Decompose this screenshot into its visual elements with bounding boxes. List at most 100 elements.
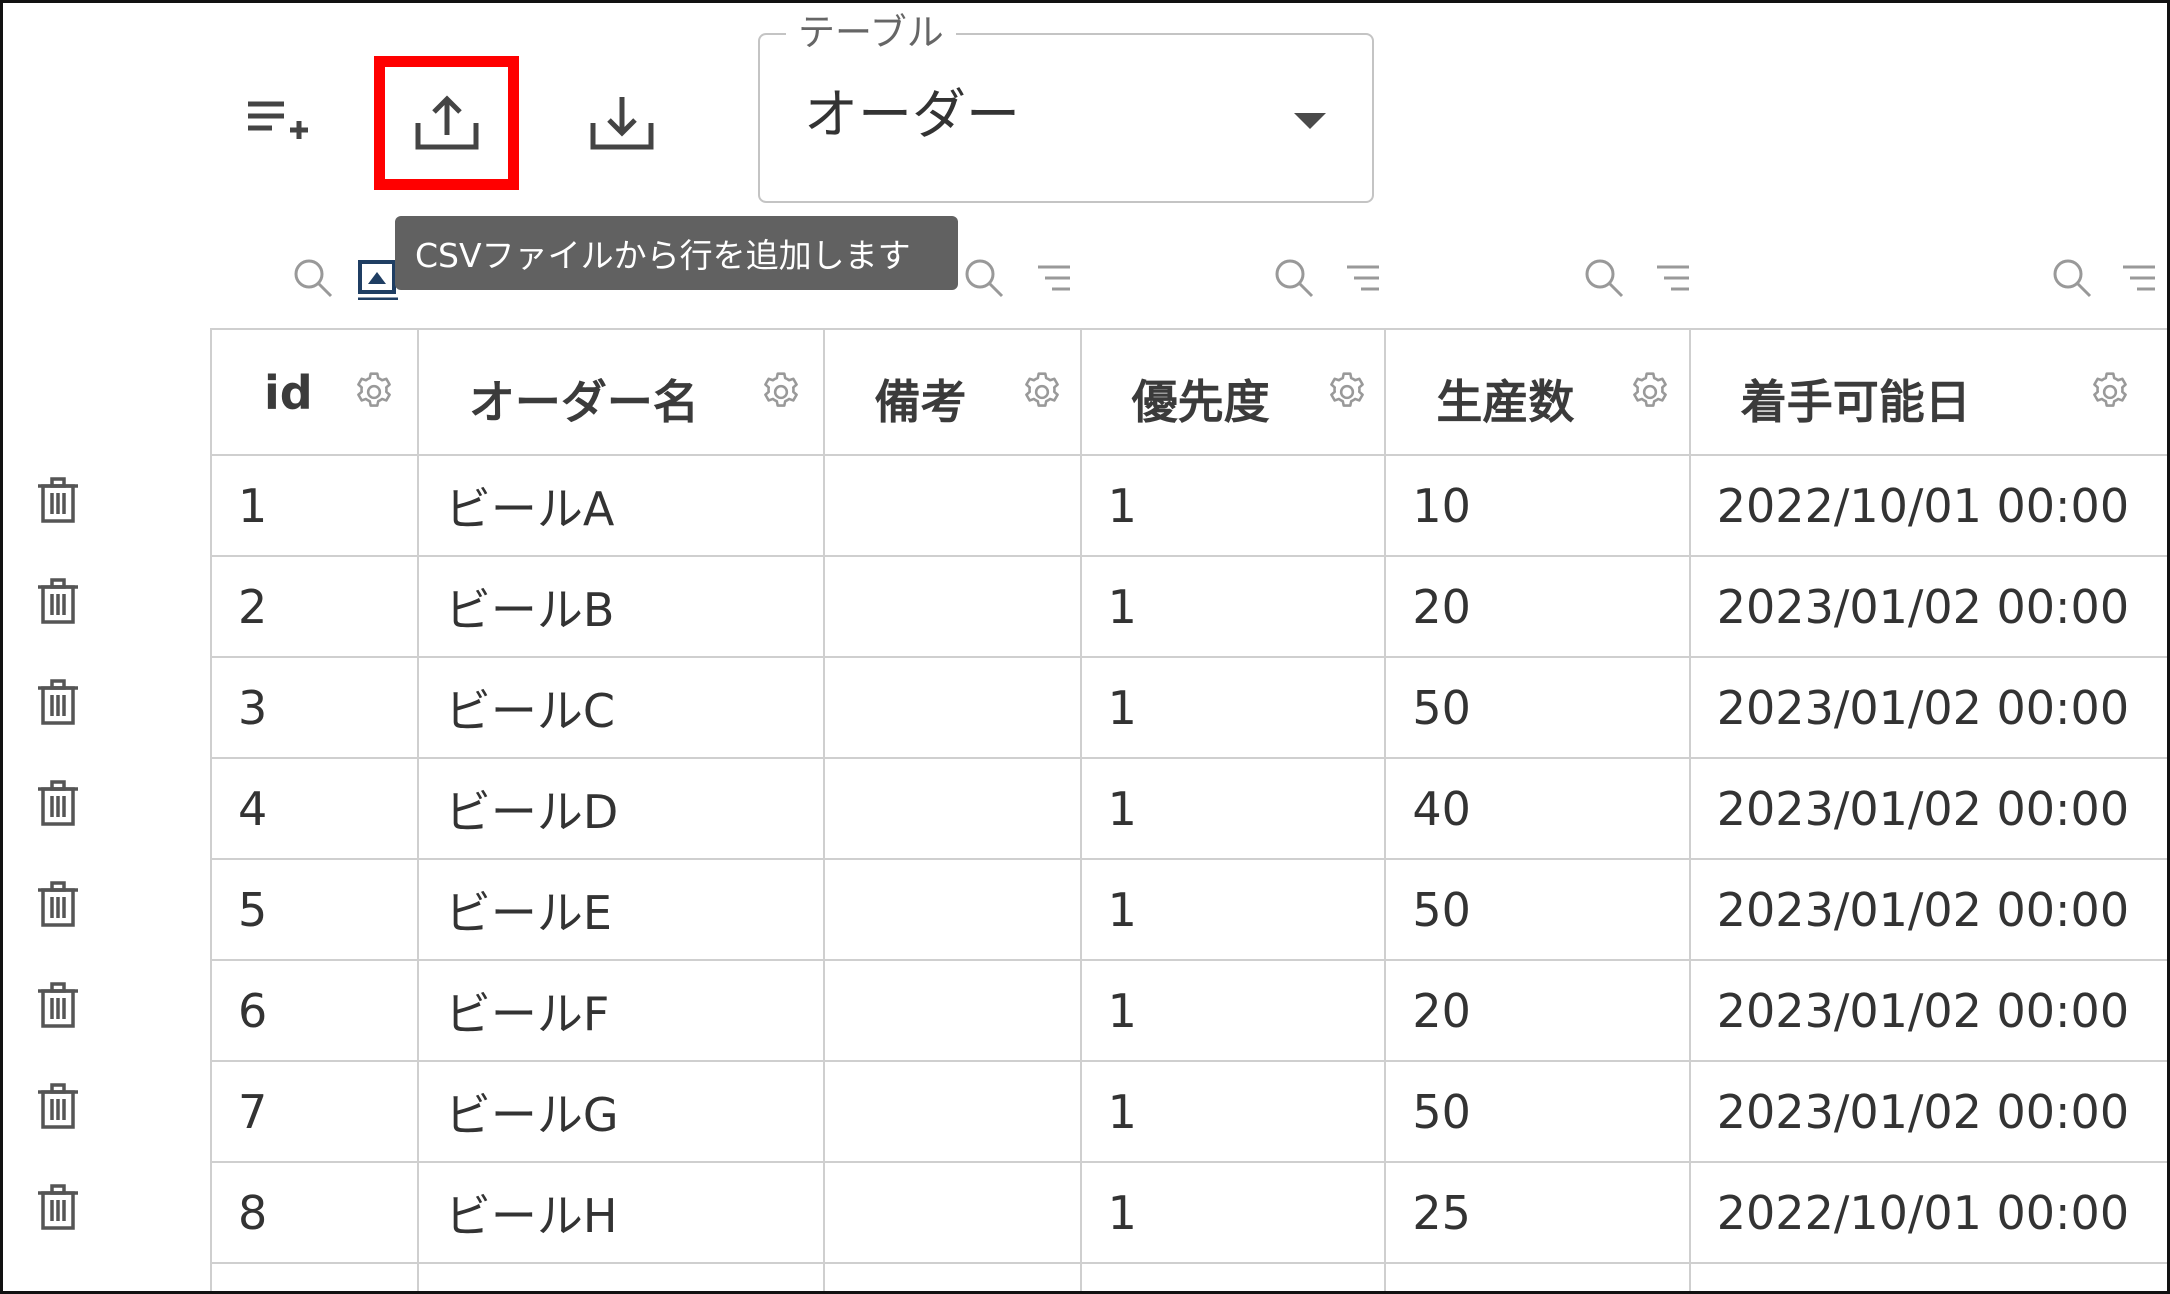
- download-csv-button[interactable]: [580, 86, 664, 160]
- cell-quantity[interactable]: 20: [1384, 555, 1691, 658]
- search-icon[interactable]: [1273, 257, 1315, 299]
- cell-note[interactable]: [822, 656, 1082, 759]
- cell-order-name[interactable]: ビールG: [416, 1060, 825, 1163]
- cell-priority[interactable]: 1: [1079, 1060, 1387, 1163]
- cell-start-date[interactable]: 2023/01/02 00:00: [1688, 656, 2170, 759]
- delete-row-button[interactable]: [36, 981, 80, 1029]
- cell-priority[interactable]: 1: [1079, 656, 1387, 759]
- search-icon[interactable]: [1583, 257, 1625, 299]
- table-row[interactable]: 6 ビールF 1 20 2023/01/02 00:00: [210, 959, 2170, 1062]
- cell-order-name[interactable]: ビールC: [416, 656, 825, 759]
- cell-note[interactable]: [822, 757, 1082, 860]
- cell-id[interactable]: 6: [210, 959, 419, 1062]
- sort-toggle-icon[interactable]: [358, 260, 398, 300]
- column-header-note[interactable]: 備考: [822, 328, 1082, 456]
- cell-id[interactable]: 3: [210, 656, 419, 759]
- cell-start-date[interactable]: 2023/01/02 00:00: [1688, 757, 2170, 860]
- gear-icon[interactable]: [352, 370, 396, 414]
- table-select[interactable]: テーブル オーダー: [758, 9, 1374, 203]
- table-row[interactable]: 4 ビールD 1 40 2023/01/02 00:00: [210, 757, 2170, 860]
- search-icon[interactable]: [292, 257, 334, 299]
- cell-note[interactable]: [822, 1060, 1082, 1163]
- dropdown-arrow-icon[interactable]: [1294, 113, 1326, 129]
- cell-quantity[interactable]: 40: [1384, 757, 1691, 860]
- add-row-button[interactable]: [238, 86, 318, 156]
- cell-order-name[interactable]: ビールH: [416, 1161, 825, 1264]
- cell-priority[interactable]: 1: [1079, 454, 1387, 557]
- cell-quantity[interactable]: 50: [1384, 656, 1691, 759]
- column-header-label: 生産数: [1436, 375, 1575, 429]
- cell-note[interactable]: [822, 454, 1082, 557]
- search-icon[interactable]: [963, 257, 1005, 299]
- search-icon[interactable]: [2051, 257, 2093, 299]
- delete-row-button[interactable]: [36, 1082, 80, 1130]
- cell-start-date[interactable]: 2023/01/02 00:00: [1688, 1060, 2170, 1163]
- cell-id[interactable]: 7: [210, 1060, 419, 1163]
- cell-quantity[interactable]: 50: [1384, 858, 1691, 961]
- cell-start-date[interactable]: 2022/10/01 00:00: [1688, 454, 2170, 557]
- cell-id[interactable]: 1: [210, 454, 419, 557]
- cell-start-date[interactable]: 2023/01/02 00:00: [1688, 555, 2170, 658]
- delete-row-button[interactable]: [36, 1183, 80, 1231]
- filter-icon[interactable]: [1036, 257, 1072, 299]
- gear-icon[interactable]: [759, 370, 803, 414]
- delete-row-button[interactable]: [36, 476, 80, 524]
- cell-start-date[interactable]: 2023/01/02 00:00: [1688, 959, 2170, 1062]
- cell-priority[interactable]: 1: [1079, 959, 1387, 1062]
- column-header-order-name[interactable]: オーダー名: [416, 328, 825, 456]
- table-row[interactable]: 7 ビールG 1 50 2023/01/02 00:00: [210, 1060, 2170, 1163]
- table-row[interactable]: 1 ビールA 1 10 2022/10/01 00:00: [210, 454, 2170, 557]
- cell-note[interactable]: [822, 858, 1082, 961]
- data-table: id オーダー名 備考 優先度 生産数 着手可能日 1 ビールA 1 10 20…: [210, 328, 2170, 1294]
- column-header-id[interactable]: id: [210, 328, 419, 456]
- column-header-label: 優先度: [1131, 375, 1270, 429]
- table-row[interactable]: 3 ビールC 1 50 2023/01/02 00:00: [210, 656, 2170, 759]
- table-row[interactable]: 2 ビールB 1 20 2023/01/02 00:00: [210, 555, 2170, 658]
- cell-priority[interactable]: 1: [1079, 1161, 1387, 1264]
- column-header-quantity[interactable]: 生産数: [1384, 328, 1691, 456]
- cell-quantity[interactable]: 25: [1384, 1161, 1691, 1264]
- cell-note[interactable]: [822, 959, 1082, 1062]
- cell-note: [822, 1262, 1082, 1294]
- delete-row-button[interactable]: [36, 779, 80, 827]
- column-header-label: id: [264, 366, 313, 420]
- delete-row-button[interactable]: [36, 880, 80, 928]
- cell-id: [210, 1262, 419, 1294]
- gear-icon[interactable]: [2088, 370, 2132, 414]
- gear-icon[interactable]: [1325, 370, 1369, 414]
- cell-order-name[interactable]: ビールB: [416, 555, 825, 658]
- table-row[interactable]: 8 ビールH 1 25 2022/10/01 00:00: [210, 1161, 2170, 1264]
- cell-order-name[interactable]: ビールA: [416, 454, 825, 557]
- cell-note[interactable]: [822, 1161, 1082, 1264]
- cell-id[interactable]: 2: [210, 555, 419, 658]
- table-row[interactable]: 5 ビールE 1 50 2023/01/02 00:00: [210, 858, 2170, 961]
- cell-order-name[interactable]: ビールD: [416, 757, 825, 860]
- cell-start-date[interactable]: 2023/01/02 00:00: [1688, 858, 2170, 961]
- cell-quantity: [1384, 1262, 1691, 1294]
- cell-id[interactable]: 4: [210, 757, 419, 860]
- cell-quantity[interactable]: 20: [1384, 959, 1691, 1062]
- cell-priority[interactable]: 1: [1079, 757, 1387, 860]
- cell-start-date: [1688, 1262, 2170, 1294]
- cell-start-date[interactable]: 2022/10/01 00:00: [1688, 1161, 2170, 1264]
- gear-icon[interactable]: [1020, 370, 1064, 414]
- cell-priority[interactable]: 1: [1079, 858, 1387, 961]
- gear-icon[interactable]: [1628, 370, 1672, 414]
- cell-quantity[interactable]: 10: [1384, 454, 1691, 557]
- cell-id[interactable]: 5: [210, 858, 419, 961]
- filter-icon[interactable]: [1345, 257, 1381, 299]
- cell-note[interactable]: [822, 555, 1082, 658]
- cell-order-name[interactable]: ビールE: [416, 858, 825, 961]
- delete-row-button[interactable]: [36, 577, 80, 625]
- column-header-start-date[interactable]: 着手可能日: [1688, 328, 2170, 456]
- cell-priority[interactable]: 1: [1079, 555, 1387, 658]
- cell-quantity[interactable]: 50: [1384, 1060, 1691, 1163]
- filter-icon[interactable]: [1655, 257, 1691, 299]
- column-header-priority[interactable]: 優先度: [1079, 328, 1387, 456]
- delete-row-button[interactable]: [36, 678, 80, 726]
- cell-priority: [1079, 1262, 1387, 1294]
- cell-order-name: [416, 1262, 825, 1294]
- cell-order-name[interactable]: ビールF: [416, 959, 825, 1062]
- cell-id[interactable]: 8: [210, 1161, 419, 1264]
- filter-icon[interactable]: [2121, 257, 2157, 299]
